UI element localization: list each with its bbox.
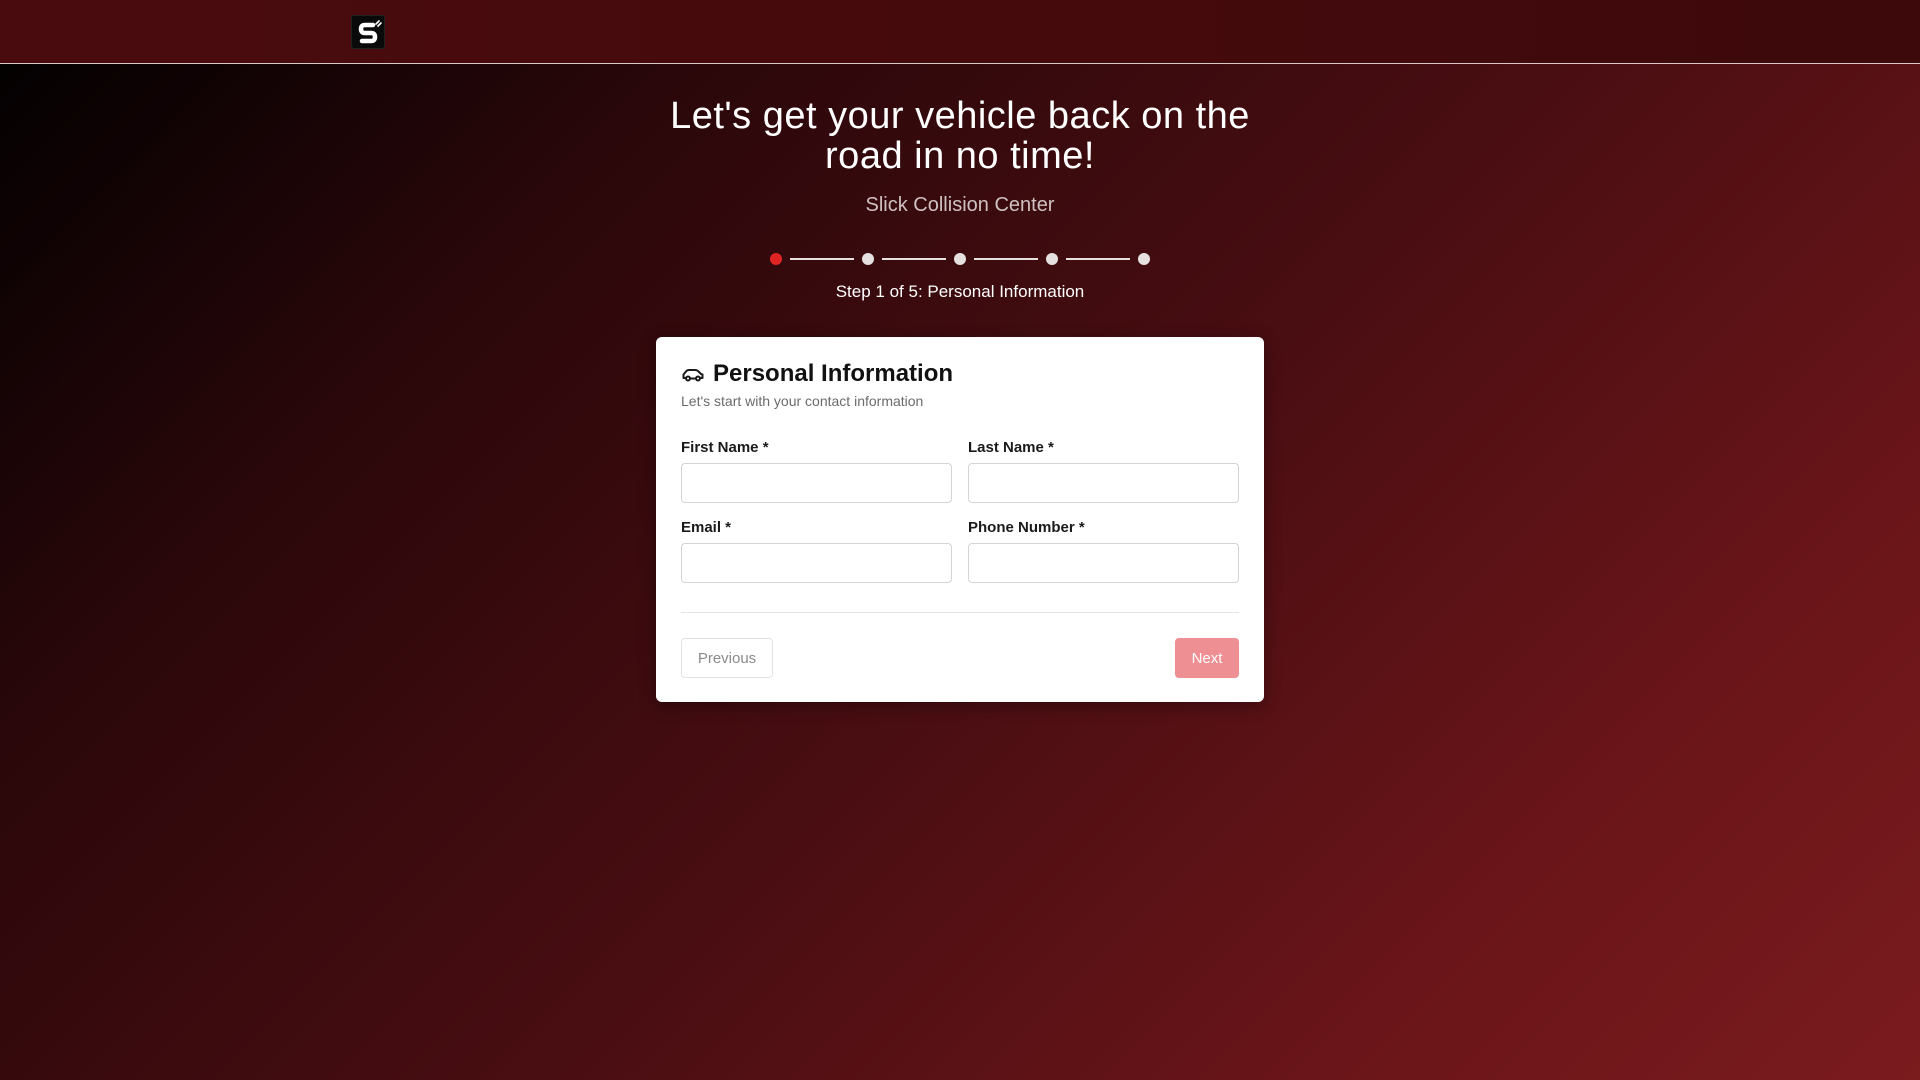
- first-name-input[interactable]: [681, 463, 952, 503]
- last-name-input[interactable]: [968, 463, 1239, 503]
- email-label: Email *: [681, 519, 732, 536]
- card-divider: [681, 612, 1239, 613]
- step-4-dot: [1046, 253, 1058, 265]
- step-3-dot: [954, 253, 966, 265]
- last-name-label: Last Name *: [968, 439, 1054, 456]
- first-name-label: First Name *: [681, 439, 769, 456]
- card-description: Let's start with your contact informatio…: [681, 393, 924, 409]
- first-name-group: First Name *: [681, 439, 952, 503]
- personal-info-card: Personal Information Let's start with yo…: [656, 337, 1264, 702]
- step-connector: [882, 258, 946, 260]
- last-name-group: Last Name *: [968, 439, 1239, 503]
- phone-input[interactable]: [968, 543, 1239, 583]
- email-group: Email *: [681, 519, 952, 583]
- step-5-dot: [1138, 253, 1150, 265]
- top-bar: [0, 0, 1920, 64]
- page-subtitle: Slick Collision Center: [865, 194, 1055, 216]
- step-connector: [974, 258, 1038, 260]
- step-1-dot: [770, 253, 782, 265]
- step-2-dot: [862, 253, 874, 265]
- page-title: Let's get your vehicle back on the road …: [670, 95, 1250, 177]
- previous-button[interactable]: Previous: [681, 638, 773, 678]
- step-connector: [1066, 258, 1130, 260]
- email-input[interactable]: [681, 543, 952, 583]
- next-button[interactable]: Next: [1175, 638, 1239, 678]
- car-icon: [681, 362, 705, 386]
- card-header: Personal Information: [681, 359, 953, 389]
- phone-group: Phone Number *: [968, 519, 1239, 583]
- card-title: Personal Information: [713, 360, 954, 387]
- progress-stepper: [760, 250, 1160, 268]
- step-connector: [790, 258, 854, 260]
- slick-s-logo-icon[interactable]: [351, 15, 385, 49]
- phone-label: Phone Number *: [968, 519, 1085, 536]
- step-label: Step 1 of 5: Personal Information: [835, 282, 1085, 301]
